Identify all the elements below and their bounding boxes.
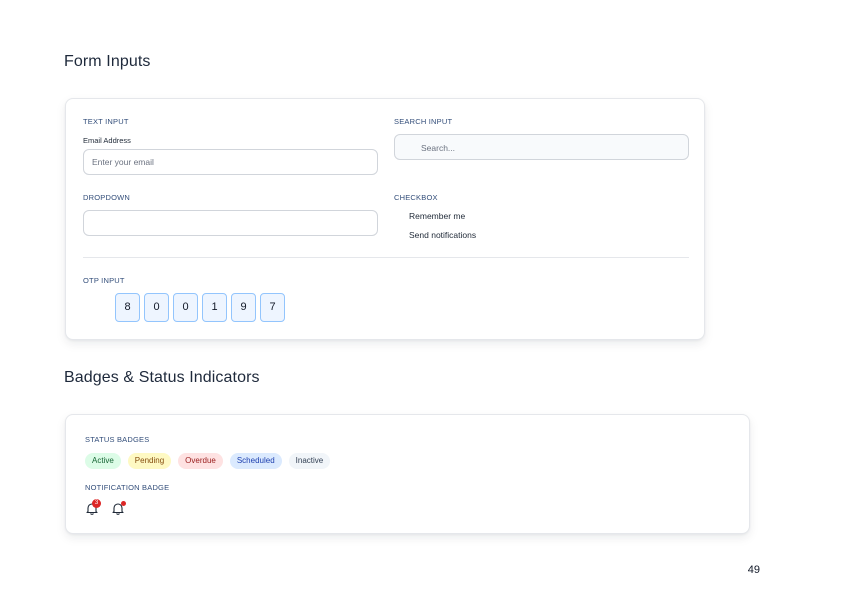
otp-digit-4[interactable]: 1 — [202, 293, 227, 322]
dropdown-select[interactable] — [83, 210, 378, 236]
otp-digit-2[interactable]: 0 — [144, 293, 169, 322]
notification-dot — [121, 501, 126, 506]
status-badges-list: Active Pending Overdue Scheduled Inactiv… — [85, 453, 331, 469]
status-badge-overdue: Overdue — [178, 453, 223, 469]
email-field-label: Email Address — [83, 136, 131, 145]
otp-digit-3[interactable]: 0 — [173, 293, 198, 322]
form-divider — [83, 257, 689, 258]
checkbox-item-send-notifications[interactable]: Send notifications — [394, 230, 476, 240]
form-inputs-card: TEXT INPUT Email Address SEARCH INPUT DR… — [65, 98, 705, 340]
otp-digit-5[interactable]: 9 — [231, 293, 256, 322]
otp-digit-6[interactable]: 7 — [260, 293, 285, 322]
checkbox-item-remember-me[interactable]: Remember me — [394, 211, 465, 221]
status-badge-pending: Pending — [127, 453, 172, 469]
email-field[interactable] — [83, 149, 378, 175]
notification-bell-with-count[interactable]: 3 — [86, 499, 101, 516]
notification-badge-section-label: NOTIFICATION BADGE — [85, 483, 170, 492]
search-input-section-label: SEARCH INPUT — [394, 117, 453, 126]
badges-card: STATUS BADGES Active Pending Overdue Sch… — [65, 414, 750, 534]
notification-bell-with-dot[interactable] — [112, 501, 126, 516]
search-input-wrapper[interactable] — [394, 134, 689, 161]
badges-title: Badges & Status Indicators — [64, 369, 260, 386]
search-input[interactable] — [419, 135, 673, 161]
status-badge-scheduled: Scheduled — [229, 453, 282, 469]
status-badge-inactive: Inactive — [288, 453, 331, 469]
send-notifications-label: Send notifications — [409, 230, 477, 240]
remember-me-label: Remember me — [409, 211, 466, 221]
page-number: 49 — [747, 564, 760, 576]
otp-section-label: OTP INPUT — [83, 276, 125, 285]
dropdown-section-label: DROPDOWN — [83, 193, 131, 202]
text-input-section-label: TEXT INPUT — [83, 117, 129, 126]
checkbox-section-label: CHECKBOX — [394, 193, 438, 202]
notification-count-badge: 3 — [92, 499, 101, 508]
status-badges-section-label: STATUS BADGES — [85, 435, 150, 444]
status-badge-active: Active — [85, 453, 121, 469]
otp-digit-1[interactable]: 8 — [115, 293, 140, 322]
form-inputs-title: Form Inputs — [64, 53, 151, 70]
search-icon — [404, 142, 412, 150]
